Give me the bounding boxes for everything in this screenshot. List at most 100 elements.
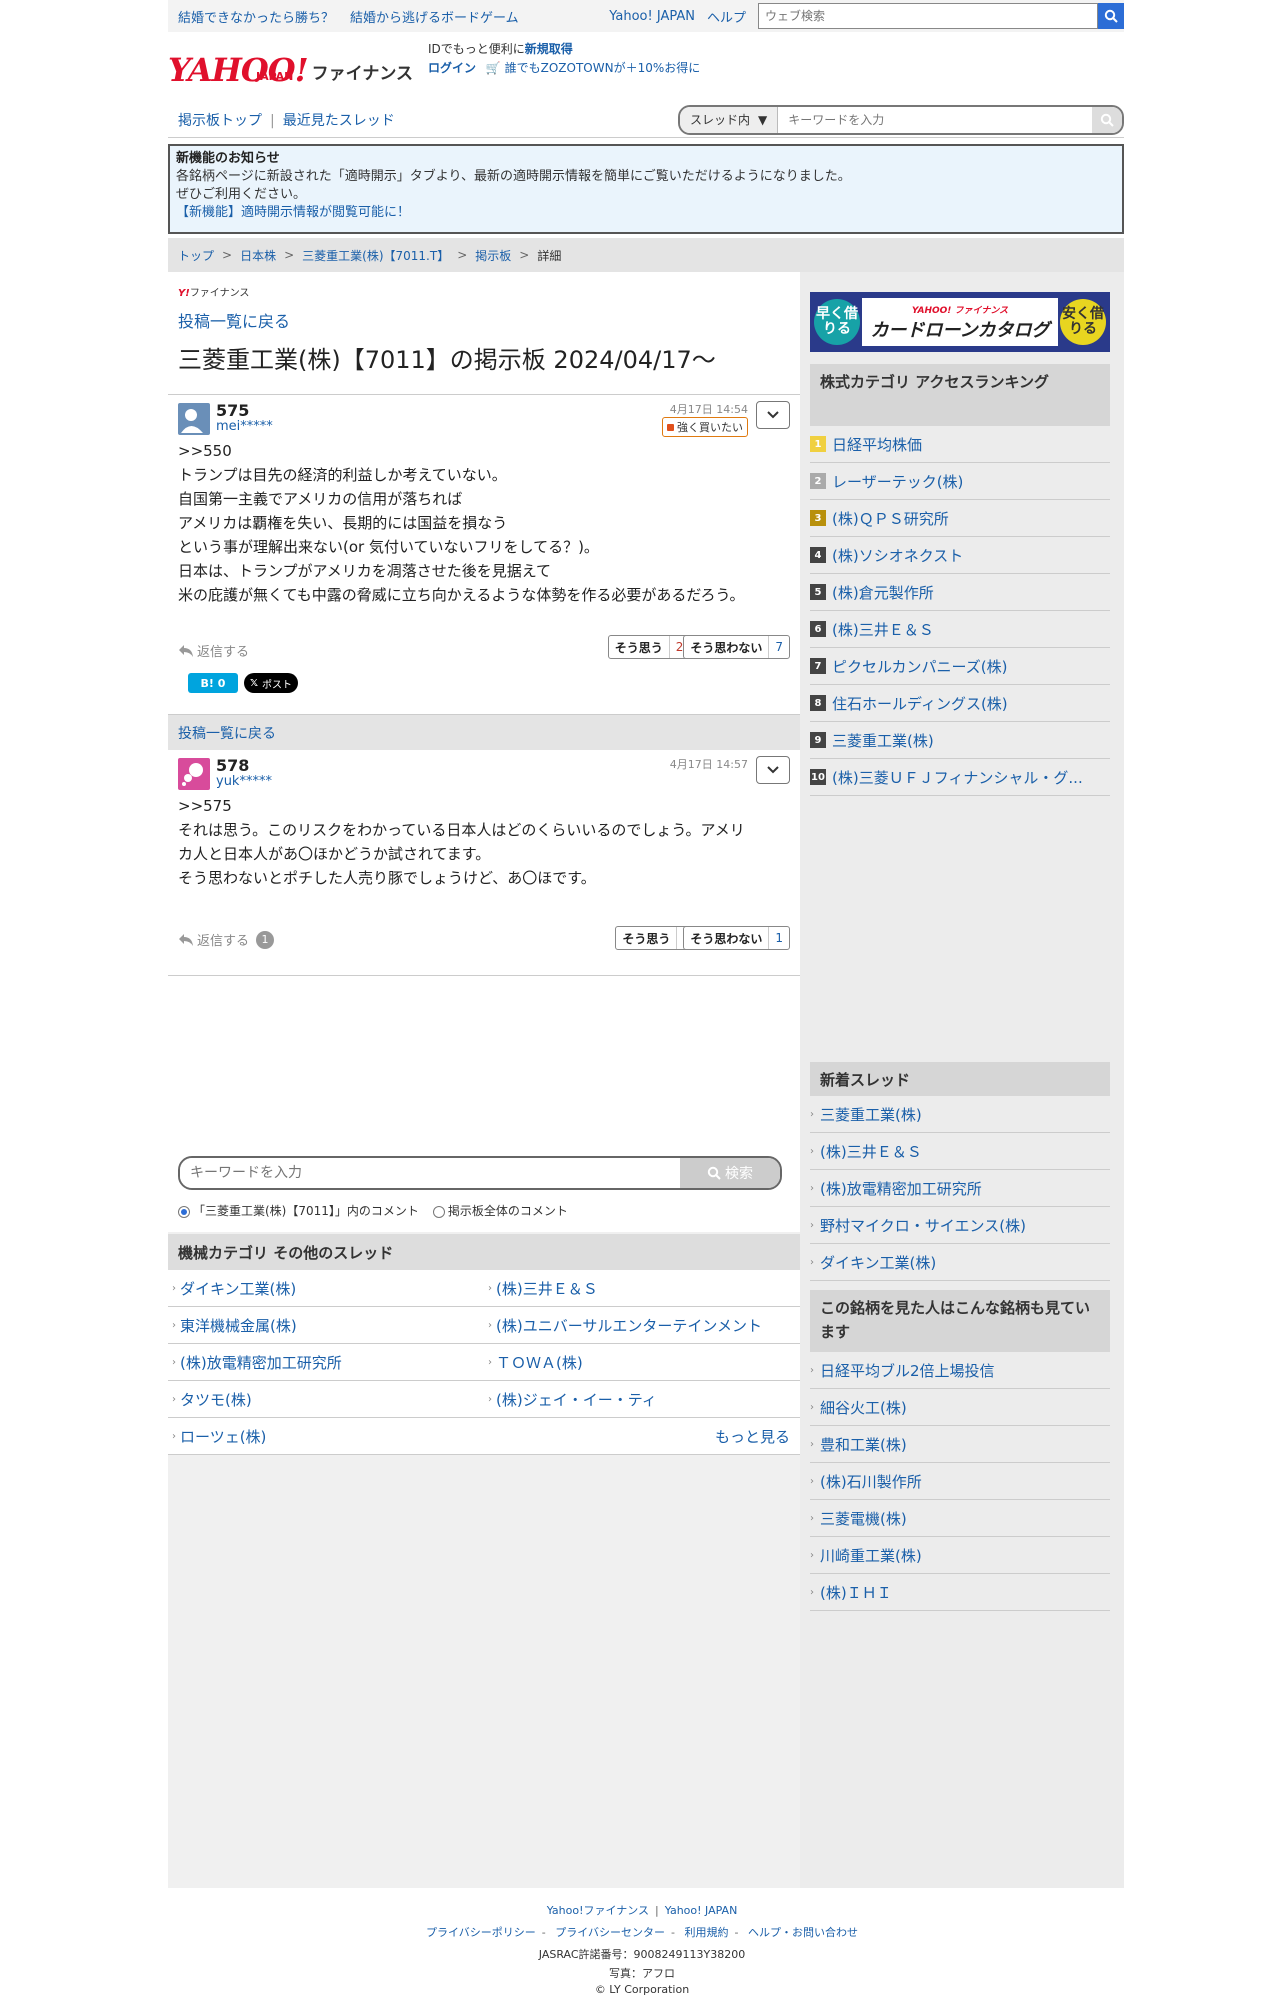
post-number[interactable]: 575 [216,401,249,420]
ranking-link[interactable]: (株)ＱＰＳ研究所 [832,508,949,529]
also-viewed-item[interactable]: › 川崎重工業(株) [810,1537,1110,1574]
footer-yf-link[interactable]: Yahoo!ファイナンス [547,1904,649,1917]
also-viewed-link[interactable]: (株)ＩＨＩ [820,1582,892,1603]
ranking-item[interactable]: 8 住石ホールディングス(株) [810,685,1110,722]
back-to-list-link-2[interactable]: 投稿一覧に戻る [178,723,276,743]
radio-checked[interactable] [178,1205,190,1218]
thread-item[interactable]: › (株)放電精密加工研究所 [168,1344,484,1380]
zozo-link[interactable]: 誰でもZOZOTOWNが＋10%お得に [505,61,701,75]
new-thread-link[interactable]: (株)放電精密加工研究所 [820,1178,982,1199]
post-user[interactable]: yuk***** [216,774,272,789]
reply-button[interactable]: 返信する [178,641,249,660]
reply-button[interactable]: 返信する 1 [178,930,275,949]
new-thread-item[interactable]: › ダイキン工業(株) [810,1244,1110,1281]
also-viewed-item[interactable]: › (株)ＩＨＩ [810,1574,1110,1611]
promo-link-2[interactable]: 結婚から逃げるボードゲーム [350,7,519,26]
breadcrumb-japan-stocks[interactable]: 日本株 [240,247,276,264]
thread-item[interactable]: › ローツェ(株) [168,1418,484,1454]
post-menu-button[interactable] [756,401,790,429]
disagree-button[interactable]: そう思わない 1 [683,926,790,950]
notice-link[interactable]: 【新機能】適時開示情報が閲覧可能に！ [176,205,410,220]
avatar[interactable] [178,403,210,435]
card-loan-ad[interactable]: 早く借りる YAHOO! ファイナンス カードローンカタログ 安く借りる [810,292,1110,352]
new-thread-link[interactable]: (株)三井Ｅ＆Ｓ [820,1141,922,1162]
thread-item[interactable]: › (株)ジェイ・イー・ティ [484,1381,800,1417]
breadcrumb-top[interactable]: トップ [178,247,214,264]
thread-link[interactable]: (株)ユニバーサルエンターテインメント [496,1315,762,1336]
thread-item[interactable]: › 東洋機械金属(株) [168,1307,484,1343]
new-thread-item[interactable]: › (株)三井Ｅ＆Ｓ [810,1133,1110,1170]
ranking-link[interactable]: 三菱重工業(株) [832,730,934,751]
yahoo-japan-link[interactable]: Yahoo! JAPAN [609,9,695,24]
avatar[interactable] [178,758,210,790]
also-viewed-item[interactable]: › 豊和工業(株) [810,1426,1110,1463]
ranking-link[interactable]: レーザーテック(株) [832,471,963,492]
thread-item[interactable]: › (株)ユニバーサルエンターテインメント [484,1307,800,1343]
also-viewed-item[interactable]: › 日経平均ブル2倍上場投信 [810,1352,1110,1389]
hatena-bookmark-button[interactable]: B! 0 [188,673,238,693]
thread-link[interactable]: (株)ジェイ・イー・ティ [496,1389,657,1410]
thread-search-button[interactable] [1092,106,1122,133]
scope-all-board[interactable]: 掲示板全体のコメント [432,1202,568,1219]
breadcrumb-stock[interactable]: 三菱重工業(株)【7011.T】 [302,247,449,264]
thread-search-input[interactable] [778,106,1092,133]
ranking-item[interactable]: 4 (株)ソシオネクスト [810,537,1110,574]
also-viewed-item[interactable]: › 細谷火工(株) [810,1389,1110,1426]
login-link[interactable]: ログイン [428,61,476,75]
post-number[interactable]: 578 [216,756,249,775]
thread-link[interactable]: ローツェ(株) [180,1426,266,1447]
post-menu-button[interactable] [756,756,790,784]
thread-item[interactable]: › タツモ(株) [168,1381,484,1417]
thread-link[interactable]: ＴＯＷＡ(株) [496,1352,583,1373]
privacy-policy-link[interactable]: プライバシーポリシー [426,1926,536,1939]
breadcrumb-board[interactable]: 掲示板 [475,247,511,264]
thread-link[interactable]: ダイキン工業(株) [180,1278,296,1299]
radio-unchecked[interactable] [432,1205,445,1218]
ranking-item[interactable]: 5 (株)倉元製作所 [810,574,1110,611]
scope-this-thread[interactable]: 「三菱重工業(株)【7011】」内のコメント [178,1202,419,1219]
recent-threads-link[interactable]: 最近見たスレッド [283,113,395,129]
ranking-link[interactable]: ピクセルカンパニーズ(株) [832,656,1008,677]
thread-link[interactable]: タツモ(株) [180,1389,252,1410]
also-viewed-link[interactable]: (株)石川製作所 [820,1471,922,1492]
also-viewed-link[interactable]: 川崎重工業(株) [820,1545,922,1566]
privacy-center-link[interactable]: プライバシーセンター [555,1926,665,1939]
also-viewed-link[interactable]: 三菱電機(株) [820,1508,907,1529]
comment-search-input[interactable] [180,1158,680,1188]
ranking-item[interactable]: 3 (株)ＱＰＳ研究所 [810,500,1110,537]
ranking-link[interactable]: (株)倉元製作所 [832,582,934,603]
ranking-link[interactable]: 住石ホールディングス(株) [832,693,1008,714]
terms-link[interactable]: 利用規約 [685,1926,729,1939]
ranking-item[interactable]: 1 日経平均株価 [810,426,1110,463]
thread-link[interactable]: 東洋機械金属(株) [180,1315,297,1336]
ranking-item[interactable]: 2 レーザーテック(株) [810,463,1110,500]
ranking-link[interactable]: (株)三菱ＵＦＪフィナンシャル・グ... [832,767,1083,788]
reply-to-link[interactable]: >>550 [178,439,232,463]
web-search-button[interactable] [1098,3,1124,29]
signup-link[interactable]: 新規取得 [525,42,573,56]
x-post-button[interactable]: 𝕏 ポスト [244,673,298,693]
ranking-link[interactable]: (株)ソシオネクスト [832,545,963,566]
thread-item[interactable]: › ＴＯＷＡ(株) [484,1344,800,1380]
ranking-item[interactable]: 9 三菱重工業(株) [810,722,1110,759]
scope-select[interactable]: スレッド内 ▼ [680,106,779,133]
post-user[interactable]: mei***** [216,419,273,434]
ranking-link[interactable]: 日経平均株価 [832,434,922,455]
new-thread-link[interactable]: 三菱重工業(株) [820,1104,922,1125]
also-viewed-item[interactable]: › 三菱電機(株) [810,1500,1110,1537]
ranking-item[interactable]: 6 (株)三井Ｅ＆Ｓ [810,611,1110,648]
yahoo-finance-logo[interactable]: YAHOO! JAPAN ファイナンス [168,40,416,86]
new-thread-link[interactable]: 野村マイクロ・サイエンス(株) [820,1215,1026,1236]
thread-link[interactable]: (株)放電精密加工研究所 [180,1352,342,1373]
thread-item[interactable]: › ダイキン工業(株) [168,1270,484,1306]
web-search-input[interactable] [758,3,1098,29]
also-viewed-link[interactable]: 豊和工業(株) [820,1434,907,1455]
promo-link-1[interactable]: 結婚できなかったら勝ち？ [178,7,334,26]
thread-link[interactable]: (株)三井Ｅ＆Ｓ [496,1278,598,1299]
help-contact-link[interactable]: ヘルプ・お問い合わせ [748,1926,858,1939]
new-thread-item[interactable]: › 三菱重工業(株) [810,1096,1110,1133]
new-thread-link[interactable]: ダイキン工業(株) [820,1252,936,1273]
ranking-item[interactable]: 10 (株)三菱ＵＦＪフィナンシャル・グ... [810,759,1110,796]
footer-yj-link[interactable]: Yahoo! JAPAN [665,1904,738,1917]
board-top-link[interactable]: 掲示板トップ [178,113,262,129]
